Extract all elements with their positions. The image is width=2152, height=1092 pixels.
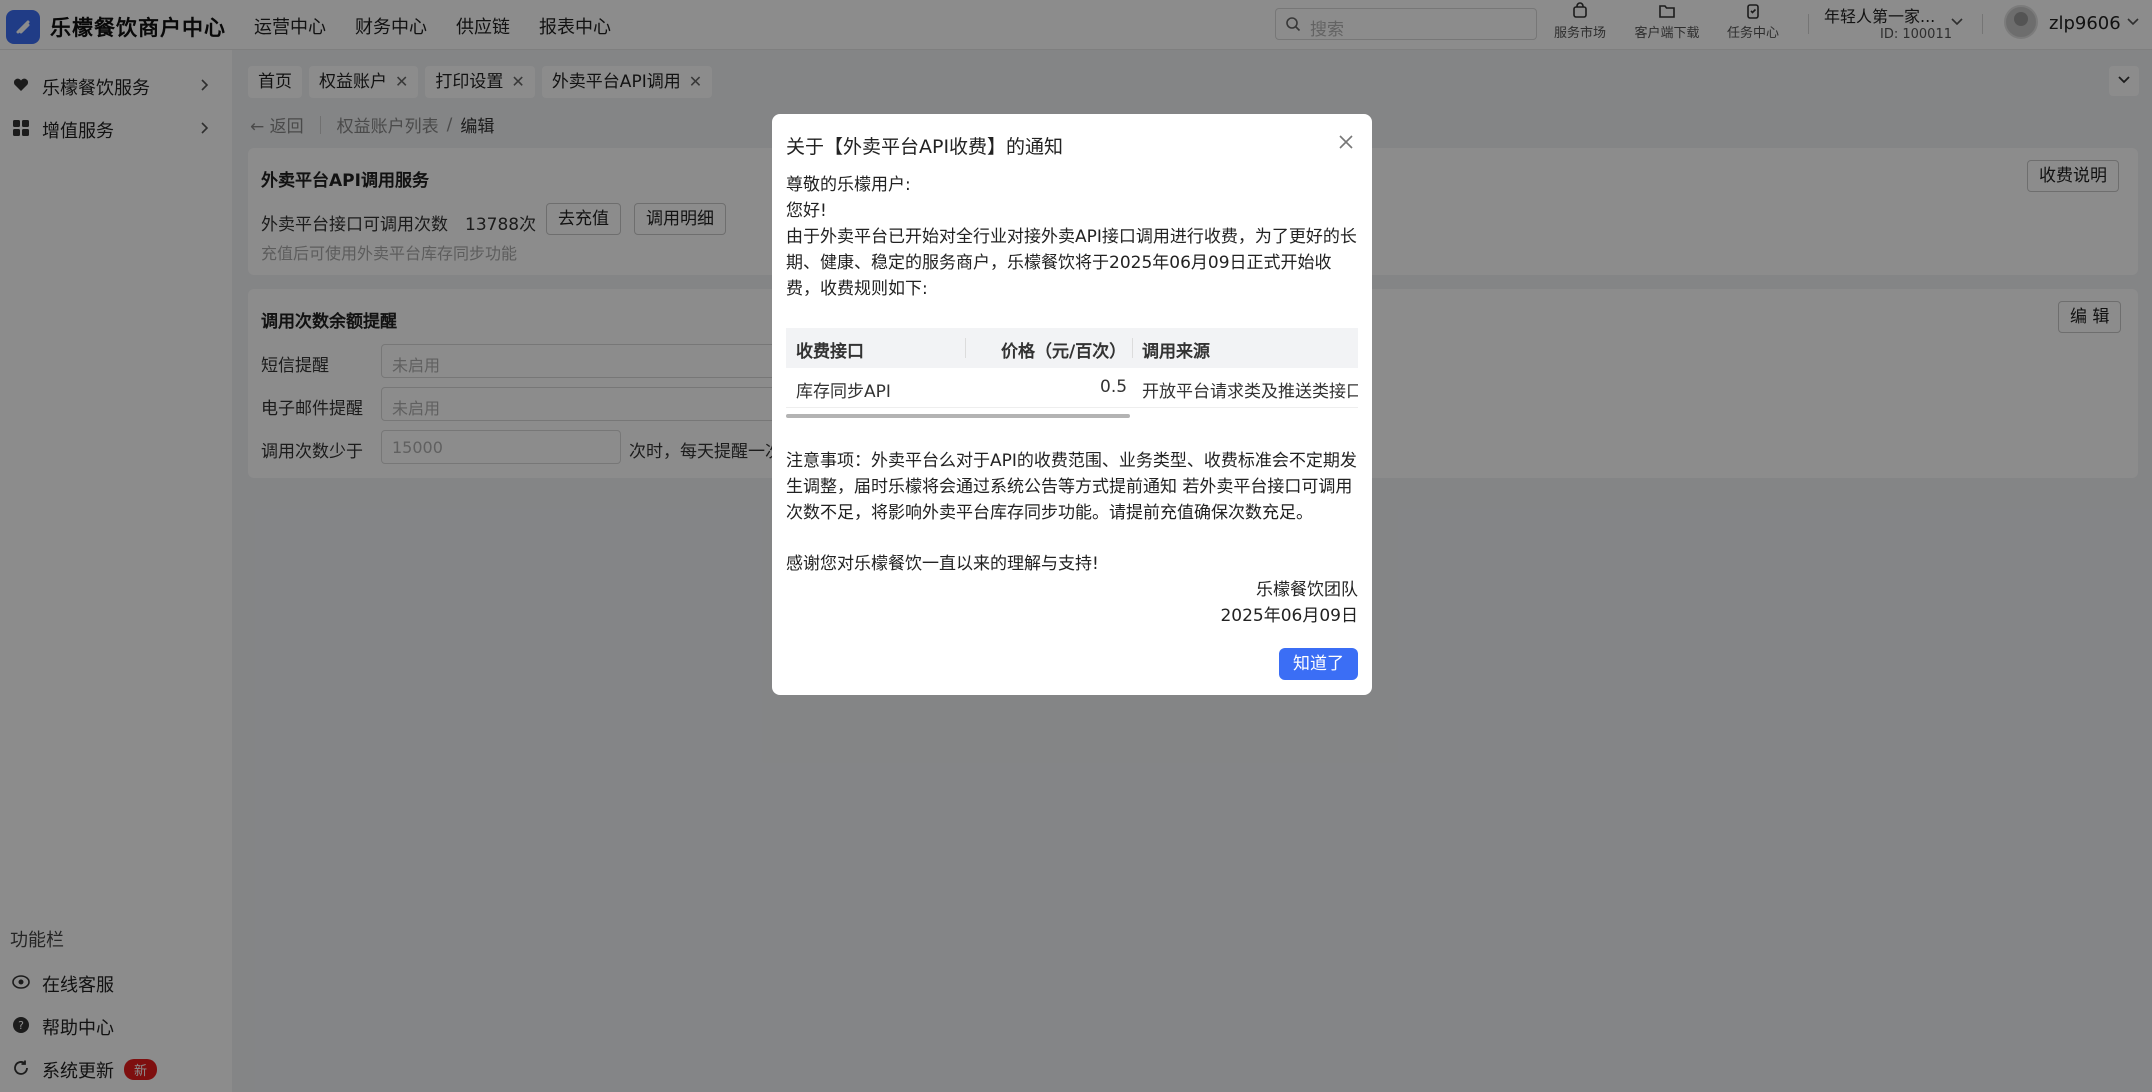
table-scrollbar[interactable] (786, 414, 1130, 418)
divider (1132, 338, 1133, 358)
column-header: 价格（元/百次） (1001, 342, 1127, 362)
dialog-title: 关于【外卖平台API收费】的通知 (786, 136, 1064, 158)
dialog-signature: 乐檬餐饮团队 (1256, 580, 1358, 600)
dialog-note: 注意事项：外卖平台么对于API的收费范围、业务类型、收费标准会不定期发生调整，届… (786, 451, 1357, 523)
dialog-thanks: 感谢您对乐檬餐饮一直以来的理解与支持! (786, 554, 1099, 574)
dialog-date: 2025年06月09日 (1220, 606, 1358, 626)
column-header: 调用来源 (1142, 342, 1210, 362)
table-cell: 库存同步API (796, 382, 891, 402)
notice-dialog: 关于【外卖平台API收费】的通知 尊敬的乐檬用户: 您好! 由于外卖平台已开始对… (772, 114, 1372, 695)
table-row: 库存同步API 0.5 开放平台请求类及推送类接口 (786, 368, 1358, 408)
table-cell: 0.5 (1100, 377, 1128, 397)
divider (965, 338, 966, 358)
column-header: 收费接口 (796, 342, 864, 362)
acknowledge-button[interactable]: 知道了 (1279, 648, 1358, 680)
table-cell: 开放平台请求类及推送类接口 (1142, 382, 1358, 402)
table-header: 收费接口 价格（元/百次） 调用来源 (786, 328, 1358, 368)
dialog-hello: 您好! (786, 201, 827, 221)
close-icon[interactable] (1338, 134, 1354, 150)
dialog-greeting: 尊敬的乐檬用户: (786, 175, 911, 195)
dialog-body: 由于外卖平台已开始对全行业对接外卖API接口调用进行收费，为了更好的长期、健康、… (786, 227, 1357, 299)
